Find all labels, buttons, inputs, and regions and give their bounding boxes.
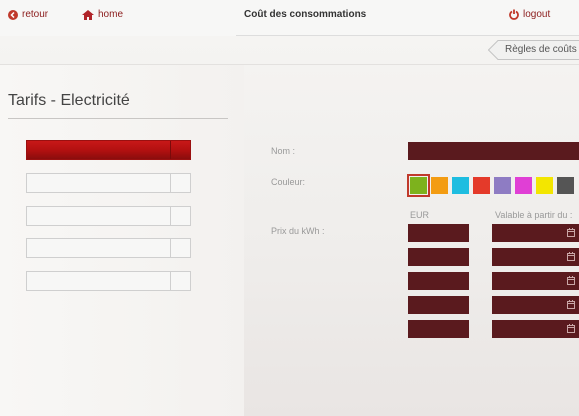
color-label: Couleur: — [271, 177, 306, 187]
header-divider — [236, 35, 579, 36]
price-eur-field[interactable] — [408, 272, 469, 290]
calendar-icon[interactable] — [567, 276, 575, 285]
tariff-list-item[interactable] — [26, 173, 191, 193]
valid-from-date-field[interactable] — [492, 320, 579, 338]
price-eur-field[interactable] — [408, 248, 469, 266]
color-swatch[interactable] — [473, 177, 490, 194]
back-link[interactable]: retour — [8, 9, 48, 20]
app-window: retour home Coût des consommations logou… — [0, 0, 579, 416]
color-swatch[interactable] — [494, 177, 511, 194]
logout-label: logout — [523, 9, 551, 20]
valid-from-column-header: Valable à partir du : — [495, 210, 573, 220]
price-eur-field[interactable] — [408, 320, 469, 338]
calendar-icon[interactable] — [567, 300, 575, 309]
color-swatch[interactable] — [536, 177, 553, 194]
list-item-handle — [170, 239, 190, 257]
list-item-handle — [170, 141, 190, 159]
price-eur-field[interactable] — [408, 224, 469, 242]
list-item-handle — [170, 174, 190, 192]
calendar-icon[interactable] — [567, 252, 575, 261]
list-item-handle — [170, 272, 190, 290]
page-title: Coût des consommations — [244, 9, 367, 20]
color-swatch[interactable] — [452, 177, 469, 194]
home-icon — [82, 9, 94, 20]
home-label: home — [98, 9, 124, 20]
top-bar: retour home Coût des consommations logou… — [0, 0, 579, 36]
tariff-list-item[interactable] — [26, 271, 191, 291]
back-label: retour — [22, 9, 49, 20]
power-icon — [509, 9, 519, 20]
calendar-icon[interactable] — [567, 228, 575, 237]
back-arrow-icon — [8, 9, 18, 20]
eur-column-header: EUR — [410, 210, 430, 220]
section-title-underline — [8, 118, 228, 119]
color-swatch[interactable] — [407, 174, 430, 197]
section-title: Tarifs - Electricité — [8, 92, 130, 109]
home-link[interactable]: home — [82, 9, 123, 20]
tariff-list-item[interactable] — [26, 238, 191, 258]
color-swatch[interactable] — [557, 177, 574, 194]
name-label: Nom : — [271, 146, 296, 156]
color-swatch[interactable] — [431, 177, 448, 194]
valid-from-date-field[interactable] — [492, 224, 579, 242]
color-swatch[interactable] — [515, 177, 532, 194]
valid-from-date-field[interactable] — [492, 248, 579, 266]
tariff-list-item[interactable] — [26, 206, 191, 226]
list-item-handle — [170, 207, 190, 225]
calendar-icon[interactable] — [567, 324, 575, 333]
price-label: Prix du kWh : — [271, 226, 325, 236]
logout-link[interactable]: logout — [509, 9, 550, 20]
cost-rules-button-outline — [488, 40, 579, 60]
name-field[interactable] — [408, 142, 579, 160]
tariff-list-item[interactable] — [26, 140, 191, 160]
valid-from-date-field[interactable] — [492, 272, 579, 290]
price-eur-field[interactable] — [408, 296, 469, 314]
valid-from-date-field[interactable] — [492, 296, 579, 314]
